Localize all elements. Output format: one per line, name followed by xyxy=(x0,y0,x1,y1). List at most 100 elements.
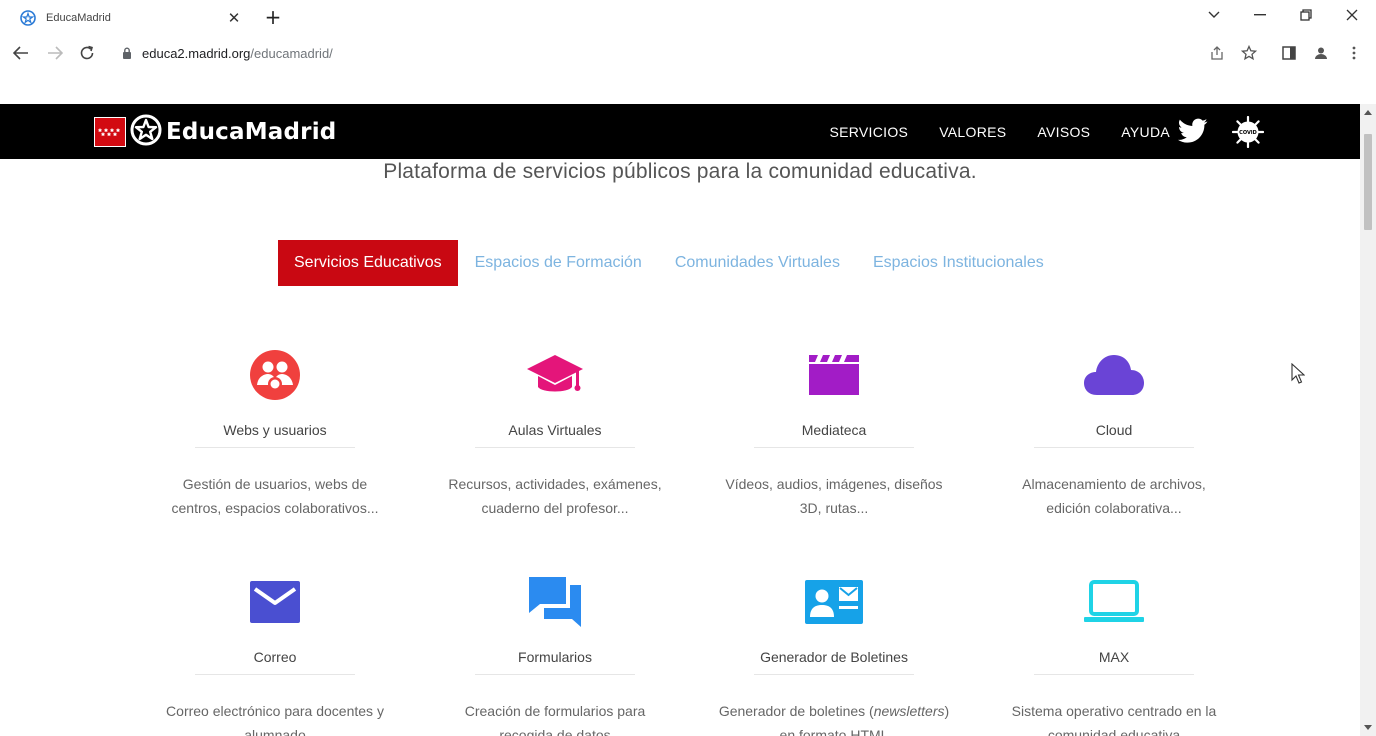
service-formularios[interactable]: Formularios Creación de formularios para… xyxy=(435,571,675,736)
clapperboard-icon xyxy=(714,344,954,406)
tab-comunidades-virtuales[interactable]: Comunidades Virtuales xyxy=(675,254,840,272)
description-line: 3D, rutas... xyxy=(799,500,869,516)
description-line: recogida de datos xyxy=(499,727,611,736)
service-description: Gestión de usuarios, webs de centros, es… xyxy=(155,472,395,520)
description-italic-text: newsletters xyxy=(873,703,945,719)
description-text: ) xyxy=(944,703,950,719)
service-description: Sistema operativo centrado en la comunid… xyxy=(994,699,1234,736)
back-arrow-icon[interactable] xyxy=(10,42,32,64)
browser-tabbar: EducaMadrid ✕ + xyxy=(0,0,1376,34)
service-name: Aulas Virtuales xyxy=(508,422,602,438)
kebab-menu-icon[interactable] xyxy=(1343,42,1365,64)
tab-espacios-institucionales[interactable]: Espacios Institucionales xyxy=(873,254,1044,272)
service-name: Formularios xyxy=(518,649,592,665)
description-line: Recursos, actividades, exámenes, xyxy=(448,476,662,492)
cloud-icon xyxy=(994,344,1234,406)
menu-item-ayuda[interactable]: AYUDA xyxy=(1121,124,1170,140)
new-tab-icon[interactable]: + xyxy=(262,5,284,29)
covid-label: COVID xyxy=(1239,130,1257,136)
address-bar[interactable]: educa2.madrid.org/educamadrid/ xyxy=(122,44,333,62)
description-line: alumnado xyxy=(244,727,306,736)
service-name: MAX xyxy=(1098,649,1130,665)
description-line: Generador de boletines (newsletters) xyxy=(714,699,954,723)
service-cloud[interactable]: Cloud Almacenamiento de archivos, edició… xyxy=(994,344,1234,520)
restore-icon[interactable] xyxy=(1292,4,1320,26)
users-icon xyxy=(155,344,395,406)
service-name: Webs y usuarios xyxy=(223,422,327,438)
service-correo[interactable]: Correo Correo electrónico para docentes … xyxy=(155,571,395,736)
close-tab-icon[interactable]: ✕ xyxy=(224,8,244,28)
service-generador-boletines[interactable]: Generador de Boletines Generador de bole… xyxy=(714,571,954,736)
service-mediateca[interactable]: Mediateca Vídeos, audios, imágenes, dise… xyxy=(714,344,954,520)
description-line: Vídeos, audios, imágenes, diseños xyxy=(725,476,943,492)
browser-toolbar: educa2.madrid.org/educamadrid/ xyxy=(0,34,1376,72)
browser-tab-title: EducaMadrid xyxy=(46,12,111,24)
covid-virus-icon[interactable]: COVID xyxy=(1231,115,1265,149)
divider xyxy=(475,447,635,448)
service-description: Creación de formularios para recogida de… xyxy=(435,699,675,736)
description-line: en formato HTML xyxy=(779,727,889,736)
tab-search-chevron-icon[interactable] xyxy=(1200,4,1228,26)
laptop-icon xyxy=(994,571,1234,633)
description-line: Almacenamiento de archivos, xyxy=(1022,476,1206,492)
madrid-flag-icon xyxy=(94,117,126,147)
service-aulas-virtuales[interactable]: Aulas Virtuales Recursos, actividades, e… xyxy=(435,344,675,520)
close-window-icon[interactable] xyxy=(1338,4,1366,26)
logo-text: EducaMadrid xyxy=(166,119,337,145)
profile-icon[interactable] xyxy=(1310,42,1332,64)
mouse-cursor-icon xyxy=(1291,362,1306,389)
minimize-icon[interactable] xyxy=(1246,4,1274,26)
chat-bubbles-icon xyxy=(435,571,675,633)
service-name: Generador de Boletines xyxy=(760,649,908,665)
scroll-down-arrow-icon[interactable] xyxy=(1364,725,1372,730)
service-description: Vídeos, audios, imágenes, diseños 3D, ru… xyxy=(714,472,954,520)
tab-espacios-formacion[interactable]: Espacios de Formación xyxy=(475,254,642,272)
menu-item-servicios[interactable]: SERVICIOS xyxy=(829,124,908,140)
divider xyxy=(754,447,914,448)
service-name: Cloud xyxy=(1095,422,1133,438)
forward-arrow-icon[interactable] xyxy=(44,42,66,64)
menu-item-valores[interactable]: VALORES xyxy=(939,124,1006,140)
side-panel-icon[interactable] xyxy=(1278,42,1300,64)
description-line: Sistema operativo centrado en la xyxy=(1011,703,1217,719)
graduation-cap-icon xyxy=(435,344,675,406)
lock-icon[interactable] xyxy=(122,47,132,59)
divider xyxy=(1034,447,1194,448)
reload-icon[interactable] xyxy=(76,42,98,64)
service-description: Correo electrónico para docentes y alumn… xyxy=(155,699,395,736)
share-icon[interactable] xyxy=(1206,42,1228,64)
educamadrid-star-icon xyxy=(130,114,162,150)
divider xyxy=(1034,674,1194,675)
service-name: Correo xyxy=(253,649,297,665)
educamadrid-favicon-icon xyxy=(20,10,36,26)
service-description: Almacenamiento de archivos, edición cola… xyxy=(994,472,1234,520)
description-line: comunidad educativa xyxy=(1047,727,1181,736)
description-line: Creación de formularios para xyxy=(464,703,646,719)
menu-item-avisos[interactable]: AVISOS xyxy=(1037,124,1090,140)
service-max[interactable]: MAX Sistema operativo centrado en la com… xyxy=(994,571,1234,736)
category-tabs: Servicios Educativos Espacios de Formaci… xyxy=(278,240,1060,286)
educamadrid-logo[interactable]: EducaMadrid xyxy=(94,114,337,150)
scroll-up-arrow-icon[interactable] xyxy=(1364,110,1372,115)
page-scrollbar[interactable] xyxy=(1360,104,1376,736)
browser-tab[interactable]: EducaMadrid ✕ xyxy=(8,2,250,34)
tab-servicios-educativos[interactable]: Servicios Educativos xyxy=(278,240,458,286)
divider xyxy=(475,674,635,675)
bookmark-star-icon[interactable] xyxy=(1238,42,1260,64)
site-header: EducaMadrid SERVICIOS VALORES AVISOS AYU… xyxy=(0,104,1360,159)
description-line: edición colaborativa... xyxy=(1046,500,1182,516)
contact-card-icon xyxy=(714,571,954,633)
description-line: cuaderno del profesor... xyxy=(481,500,629,516)
page-tagline: Plataforma de servicios públicos para la… xyxy=(383,160,977,183)
description-line: Correo electrónico para docentes y xyxy=(166,703,384,719)
divider xyxy=(195,674,355,675)
main-menu: SERVICIOS VALORES AVISOS AYUDA xyxy=(798,104,1170,159)
service-webs-usuarios[interactable]: Webs y usuarios Gestión de usuarios, web… xyxy=(155,344,395,520)
divider xyxy=(754,674,914,675)
description-text: Generador de boletines ( xyxy=(718,703,874,719)
envelope-icon xyxy=(155,571,395,633)
twitter-icon[interactable] xyxy=(1178,118,1208,144)
url-path: /educamadrid/ xyxy=(250,45,333,61)
scrollbar-thumb[interactable] xyxy=(1364,134,1372,230)
description-line: Gestión de usuarios, webs de xyxy=(182,476,368,492)
